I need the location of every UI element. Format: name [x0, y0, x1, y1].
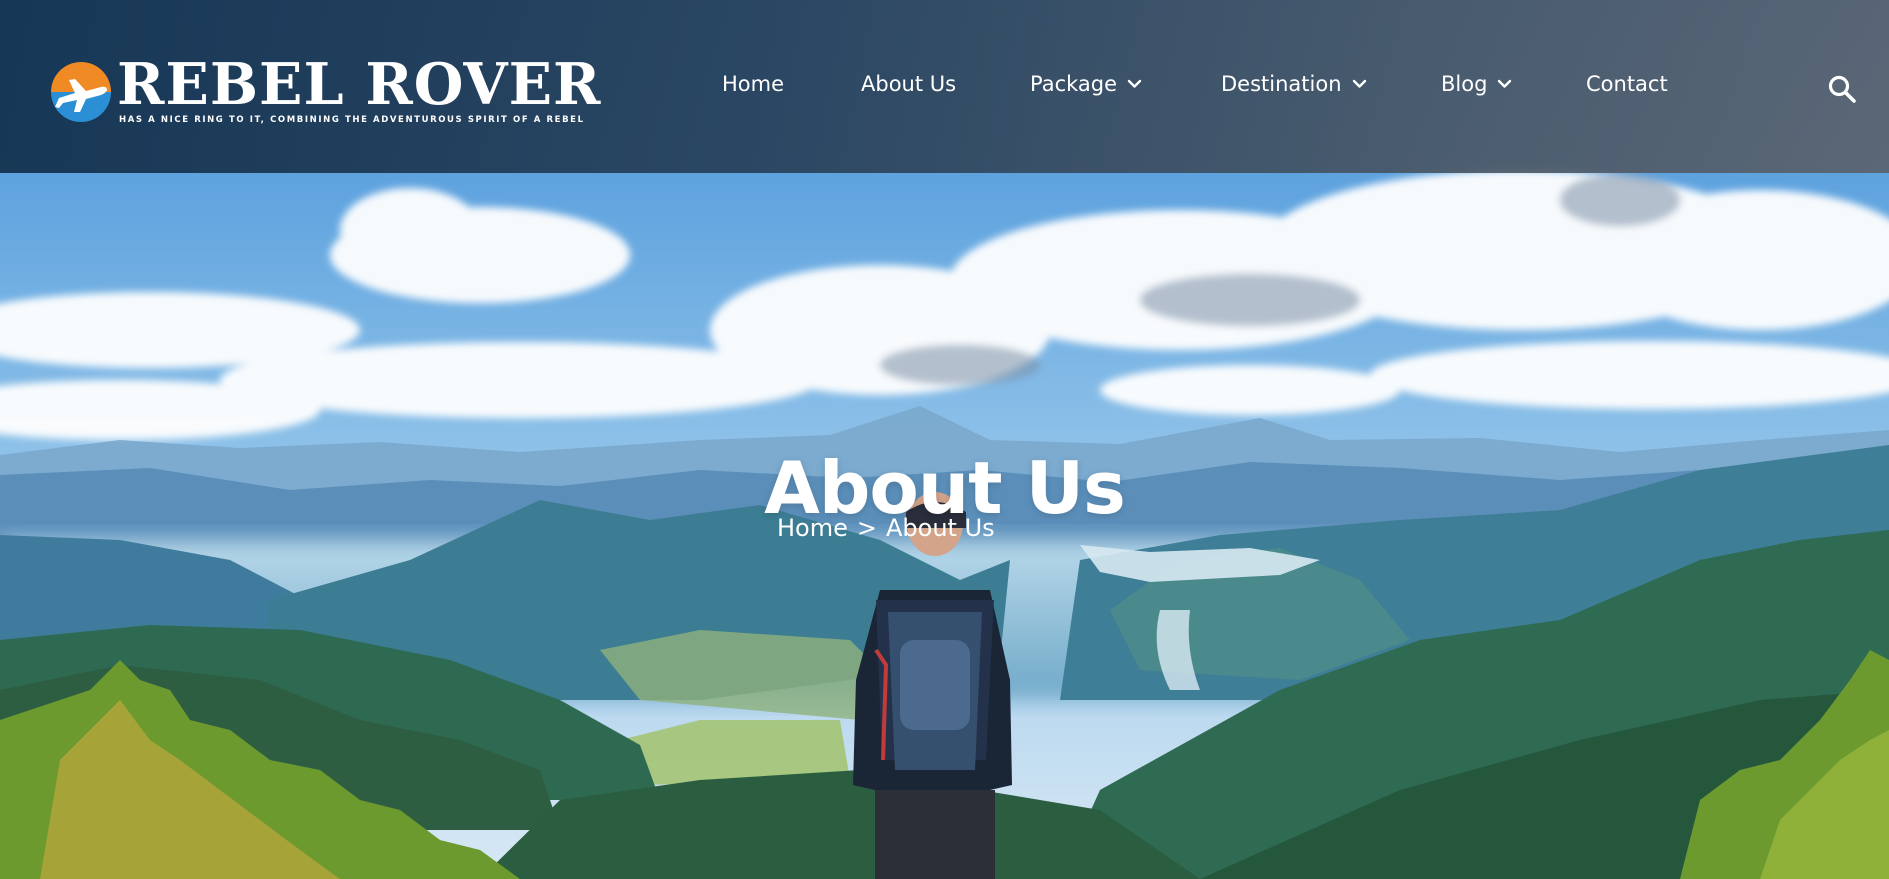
nav-item-label: Package	[1030, 72, 1118, 96]
nav-item-home[interactable]: Home	[722, 72, 784, 96]
breadcrumb: Home > About Us	[777, 514, 995, 542]
nav-item-about-us[interactable]: About Us	[861, 72, 956, 96]
nav-item-label: Blog	[1441, 72, 1488, 96]
search-icon[interactable]	[1827, 74, 1857, 104]
site-header: REBEL ROVER HAS A NICE RING TO IT, COMBI…	[0, 0, 1889, 173]
nav-item-contact[interactable]: Contact	[1586, 72, 1668, 96]
nav-item-label: About Us	[861, 72, 957, 96]
chevron-down-icon	[1352, 79, 1366, 88]
breadcrumb-separator: >	[856, 514, 877, 542]
chevron-down-icon	[1498, 79, 1512, 88]
nav-item-blog[interactable]: Blog	[1441, 72, 1512, 96]
breadcrumb-home-link[interactable]: Home	[777, 514, 848, 542]
nav-item-label: Home	[722, 72, 785, 96]
brand-tagline: HAS A NICE RING TO IT, COMBINING THE ADV…	[119, 115, 585, 125]
site-logo[interactable]: REBEL ROVER HAS A NICE RING TO IT, COMBI…	[49, 56, 600, 128]
brand-name: REBEL ROVER	[117, 51, 602, 118]
nav-item-label: Destination	[1221, 72, 1342, 96]
nav-item-destination[interactable]: Destination	[1221, 72, 1367, 96]
breadcrumb-current: About Us	[885, 514, 995, 542]
nav-item-label: Contact	[1586, 72, 1668, 96]
chevron-down-icon	[1127, 79, 1142, 88]
airplane-icon	[51, 62, 111, 122]
nav-item-package[interactable]: Package	[1030, 72, 1142, 96]
